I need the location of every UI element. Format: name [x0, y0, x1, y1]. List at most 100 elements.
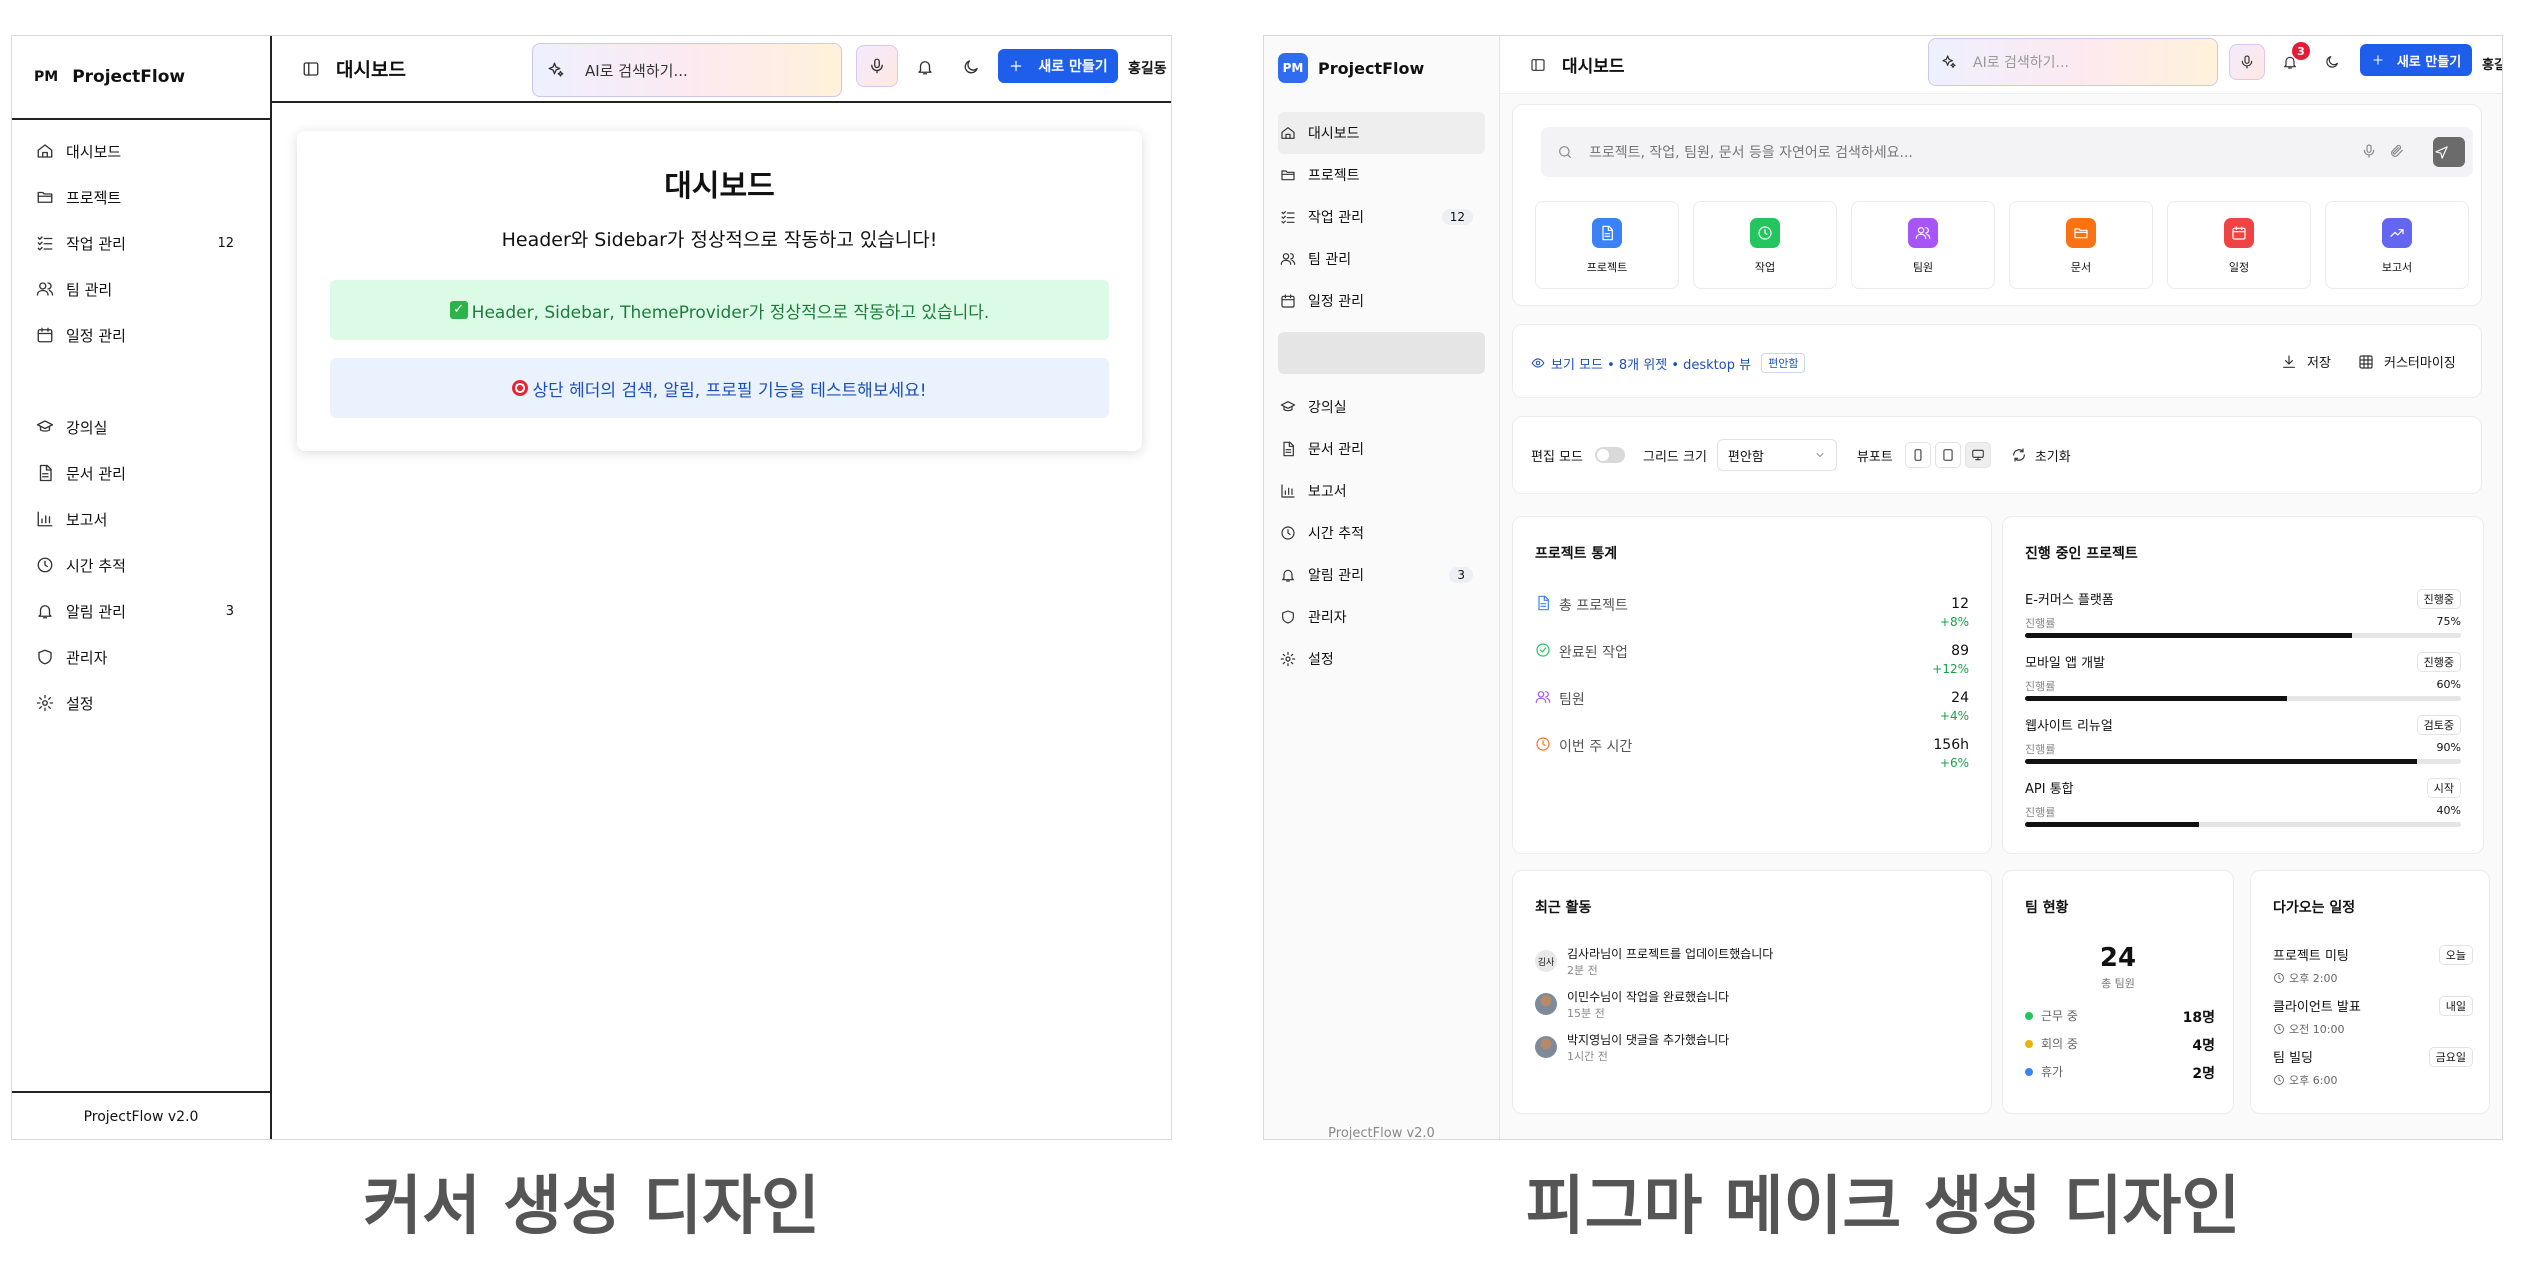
folder-icon — [1280, 167, 1296, 183]
sidebar-item[interactable]: 설정 — [36, 680, 270, 726]
project-progress-row[interactable]: E-커머스 플랫폼 진행중 진행률 75% — [2025, 589, 2461, 643]
sidebar-item[interactable]: 보고서 — [36, 496, 270, 542]
quick-action-5[interactable]: 보고서 — [2325, 201, 2469, 289]
quick-action-4[interactable]: 일정 — [2167, 201, 2311, 289]
target-icon — [512, 380, 529, 396]
ai-search-input[interactable]: AI로 검색하기... — [1928, 38, 2218, 86]
quick-action-2[interactable]: 팀원 — [1851, 201, 1995, 289]
sparkle-icon — [1941, 54, 1957, 70]
sidebar-item[interactable]: 보고서 — [1278, 470, 1485, 512]
quick-action-3[interactable]: 문서 — [2009, 201, 2153, 289]
grid-size-select[interactable]: 편안함 — [1716, 439, 1837, 471]
user-name[interactable]: 홍길동 — [2482, 54, 2502, 73]
activity-item[interactable]: 이민수님이 작업을 완료했습니다 15분 전 — [1535, 984, 1975, 1024]
brand[interactable]: PM ProjectFlow — [12, 36, 270, 120]
sidebar-item-label: 문서 관리 — [66, 464, 126, 483]
customize-button[interactable]: 커스터마이징 — [2358, 352, 2456, 371]
sidebar-item[interactable]: 관리자 — [1278, 596, 1485, 638]
sidebar-item[interactable]: 작업 관리 12 — [1278, 196, 1485, 238]
viewport-mobile-button[interactable] — [1904, 442, 1931, 468]
user-name[interactable]: 홍길동 — [1128, 58, 1167, 78]
sidebar-item[interactable]: 문서 관리 — [36, 450, 270, 496]
team-status-widget: 팀 현황 24 총 팀원 근무 중 18명 회의 중 4명 휴가 2명 — [2002, 870, 2234, 1114]
sidebar-toggle-icon[interactable] — [1530, 57, 1546, 73]
progress-bar-fill — [2025, 633, 2352, 638]
natural-search-placeholder: 프로젝트, 작업, 팀원, 문서 등을 자연어로 검색하세요... — [1589, 145, 1913, 161]
dashboard-main: 프로젝트, 작업, 팀원, 문서 등을 자연어로 검색하세요... 프로젝트 작업… — [1500, 94, 2502, 1139]
project-name: E-커머스 플랫폼 — [2025, 593, 2114, 608]
sidebar-item-label: 관리자 — [1308, 610, 1347, 626]
mic-icon[interactable] — [2361, 143, 2377, 159]
reset-button[interactable]: 초기화 — [2011, 446, 2071, 465]
stat-value-group: 156h +6% — [1933, 736, 1969, 772]
edit-mode-toggle[interactable] — [1594, 447, 1625, 463]
sidebar-item[interactable]: 알림 관리 3 — [36, 588, 270, 634]
recent-activity-widget: 최근 활동 김사 김사라님이 프로젝트를 업데이트했습니다 2분 전 이민수님이 작업… — [1512, 870, 1992, 1114]
viewport-desktop-button[interactable] — [1964, 442, 1991, 468]
activity-item[interactable]: 박지영님이 댓글을 추가했습니다 1시간 전 — [1535, 1027, 1975, 1067]
sidebar-item[interactable]: 팀 관리 — [36, 266, 270, 312]
quick-action-label: 팀원 — [1912, 261, 1934, 274]
project-progress-row[interactable]: 웹사이트 리뉴얼 검토중 진행률 90% — [2025, 715, 2461, 769]
natural-search-input[interactable]: 프로젝트, 작업, 팀원, 문서 등을 자연어로 검색하세요... — [1541, 127, 2473, 177]
schedule-item[interactable]: 프로젝트 미팅 오늘 오후 2:00 — [2273, 945, 2473, 986]
clock-icon — [36, 556, 54, 574]
ai-search-input[interactable]: AI로 검색하기... — [532, 43, 842, 97]
new-button[interactable]: 새로 만들기 — [998, 49, 1118, 83]
stat-delta: +8% — [1939, 615, 1969, 629]
sidebar-item[interactable]: 프로젝트 — [1278, 154, 1485, 196]
widget-title: 진행 중인 프로젝트 — [2025, 546, 2138, 562]
sidebar-item[interactable]: 프로젝트 — [36, 174, 270, 220]
voice-search-button[interactable] — [856, 45, 898, 87]
viewport-label: 뷰포트 — [1856, 449, 1893, 465]
paperclip-icon[interactable] — [2389, 143, 2405, 159]
stat-delta: +4% — [1939, 709, 1969, 723]
bell-icon[interactable] — [916, 58, 934, 76]
quick-action-0[interactable]: 프로젝트 — [1535, 201, 1679, 289]
stat-label: 이번 주 시간 — [1559, 739, 1633, 755]
quick-action-1[interactable]: 작업 — [1693, 201, 1837, 289]
viewport-tablet-button[interactable] — [1934, 442, 1961, 468]
project-progress-row[interactable]: API 통합 시작 진행률 40% — [2025, 778, 2461, 832]
sidebar-item[interactable]: 알림 관리 3 — [1278, 554, 1485, 596]
quick-action-icon — [2066, 218, 2096, 248]
document-icon — [36, 464, 54, 482]
save-button[interactable]: 저장 — [2281, 352, 2331, 371]
sidebar-item-label: 강의실 — [1308, 400, 1347, 416]
ai-search-placeholder: AI로 검색하기... — [585, 61, 688, 80]
sidebar-item[interactable]: 시간 추적 — [1278, 512, 1485, 554]
sidebar-item[interactable]: 설정 — [1278, 638, 1485, 680]
project-stats-widget: 프로젝트 통계 총 프로젝트 12 +8% 완료된 작업 89 +12% 팀원 24 +4% 이번… — [1512, 516, 1992, 854]
activity-item[interactable]: 김사 김사라님이 프로젝트를 업데이트했습니다 2분 전 — [1535, 941, 1975, 981]
voice-search-button[interactable] — [2229, 44, 2265, 80]
moon-icon[interactable] — [962, 58, 980, 76]
progress-bar-fill — [2025, 822, 2200, 827]
document-icon — [1599, 225, 1615, 241]
schedule-item[interactable]: 팀 빌딩 금요일 오후 6:00 — [2273, 1047, 2473, 1088]
new-button[interactable]: 새로 만들기 — [2360, 44, 2472, 76]
folder-icon — [2073, 225, 2089, 241]
sidebar-item[interactable]: 관리자 — [36, 634, 270, 680]
sidebar-toggle-icon[interactable] — [302, 60, 320, 78]
sidebar-item[interactable]: 강의실 — [1278, 386, 1485, 428]
sidebar-item[interactable]: 팀 관리 — [1278, 238, 1485, 280]
sidebar-item[interactable]: 문서 관리 — [1278, 428, 1485, 470]
sidebar-item[interactable]: 작업 관리 12 — [36, 220, 270, 266]
moon-icon[interactable] — [2324, 54, 2340, 70]
widget-title: 팀 현황 — [2025, 900, 2069, 916]
sidebar-item[interactable]: 일정 관리 — [36, 312, 270, 358]
progress-label: 진행률 — [2025, 806, 2056, 819]
sidebar-item[interactable]: 일정 관리 — [1278, 280, 1485, 322]
sidebar-item[interactable]: 시간 추적 — [36, 542, 270, 588]
cursor-design-frame: PM ProjectFlow 대시보드 프로젝트 작업 관리 12 팀 관리 일정 관리강… — [11, 35, 1172, 1140]
sidebar-item[interactable]: 대시보드 — [1278, 112, 1485, 154]
send-button[interactable] — [2433, 137, 2465, 167]
brand[interactable]: PM ProjectFlow — [1264, 36, 1499, 100]
project-progress-row[interactable]: 모바일 앱 개발 진행중 진행률 60% — [2025, 652, 2461, 706]
bar-chart-icon — [36, 510, 54, 528]
schedule-item[interactable]: 클라이언트 발표 내일 오전 10:00 — [2273, 996, 2473, 1037]
sidebar-item[interactable]: 강의실 — [36, 404, 270, 450]
send-icon — [2434, 145, 2449, 160]
sidebar-item[interactable]: 대시보드 — [36, 128, 270, 174]
mobile-icon — [1911, 448, 1925, 462]
